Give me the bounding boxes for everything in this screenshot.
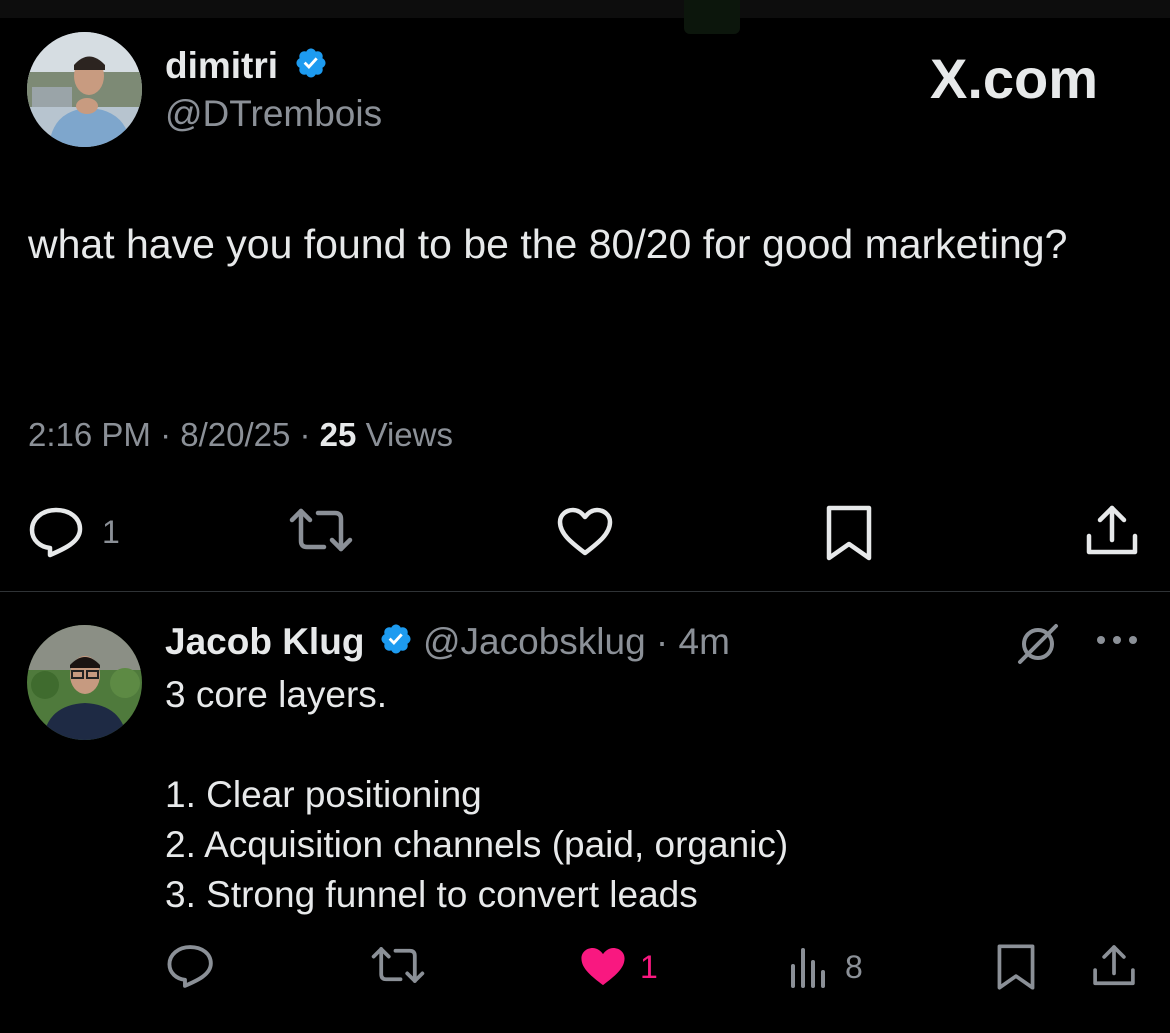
repost-icon [288, 505, 354, 555]
views-chart-icon [789, 946, 829, 988]
repost-icon [370, 944, 426, 986]
views-label: Views [365, 416, 453, 453]
reply-views-count: 8 [845, 949, 863, 985]
share-icon [1084, 504, 1140, 558]
reply-count: 1 [102, 514, 120, 550]
more-dots-icon [1094, 632, 1140, 648]
author-handle[interactable]: @DTrembois [165, 92, 382, 136]
reply-header: Jacob Klug @Jacobsklug · 4m [165, 619, 730, 667]
reply-repost-button[interactable] [370, 944, 426, 986]
bookmark-icon [825, 504, 873, 562]
share-icon [1091, 943, 1137, 989]
author-avatar[interactable] [27, 32, 142, 147]
top-status-strip [0, 0, 1170, 18]
reply-like-button[interactable]: 1 [578, 945, 658, 989]
reply-bookmark-button[interactable] [996, 943, 1036, 991]
reply-text: 3 core layers. 1. Clear positioning 2. A… [165, 674, 789, 915]
reply-like-count: 1 [640, 949, 658, 985]
reply-author-handle[interactable]: @Jacobsklug [423, 621, 646, 662]
bookmark-icon [996, 943, 1036, 991]
reply-separator: · [645, 621, 679, 662]
tweet-time[interactable]: 2:16 PM [28, 416, 151, 453]
share-button[interactable] [1084, 504, 1140, 558]
top-notch [684, 0, 740, 34]
verified-badge-icon [288, 46, 328, 90]
heart-icon [578, 945, 628, 989]
meta-separator: · [150, 416, 181, 453]
grok-button[interactable] [1014, 619, 1062, 667]
tweet-text: what have you found to be the 80/20 for … [28, 221, 1068, 267]
reply-bubble-icon [166, 943, 216, 989]
more-options-button[interactable] [1094, 632, 1140, 648]
reply-button[interactable]: 1 [28, 506, 120, 558]
tweet-screenshot: dimitri @DTrembois X.com what have you f… [0, 0, 1170, 1033]
brand-label: X.com [930, 47, 1099, 110]
reply-author-name[interactable]: Jacob Klug [165, 621, 364, 662]
divider [0, 591, 1170, 592]
reply-bubble-icon [28, 506, 86, 558]
reply-author-avatar[interactable] [27, 625, 142, 740]
verified-badge-icon [375, 621, 413, 667]
meta-separator: · [290, 416, 320, 453]
grok-icon [1014, 619, 1062, 667]
tweet-date[interactable]: 8/20/25 [180, 416, 290, 453]
author-display-name[interactable]: dimitri [165, 45, 278, 86]
like-button[interactable] [556, 507, 614, 557]
reply-views-button[interactable]: 8 [789, 946, 863, 988]
tweet-meta: 2:16 PM · 8/20/25 · 25 Views [28, 414, 453, 456]
heart-icon [556, 507, 614, 557]
reply-reply-button[interactable] [166, 943, 216, 989]
views-count: 25 [319, 416, 357, 453]
author-name-row[interactable]: dimitri [165, 44, 328, 90]
reply-share-button[interactable] [1091, 943, 1137, 989]
bookmark-button[interactable] [825, 504, 873, 562]
reply-age[interactable]: 4m [679, 621, 730, 662]
repost-button[interactable] [288, 505, 354, 555]
